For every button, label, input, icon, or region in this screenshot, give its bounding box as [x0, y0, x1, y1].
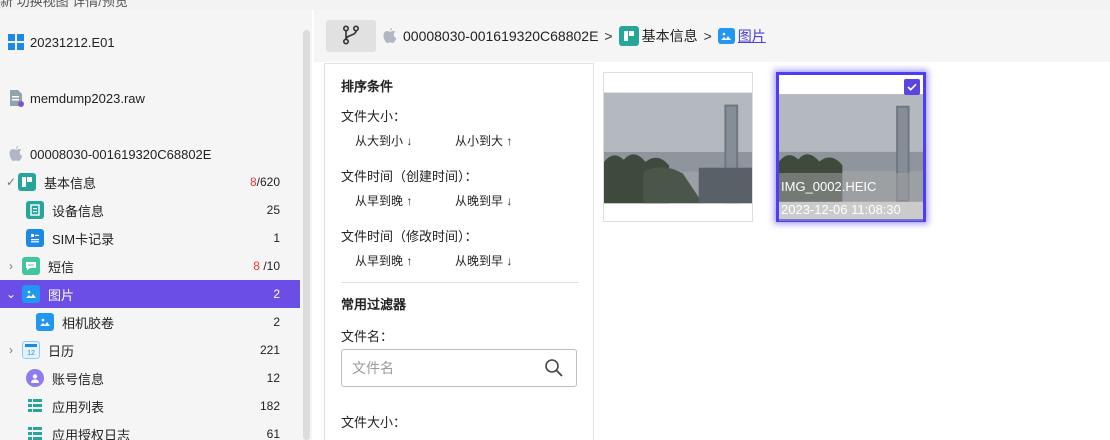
file-size-filter-label: 文件大小：	[341, 415, 407, 430]
arrow-down-icon: ↓	[506, 254, 513, 268]
tree-count: 221	[259, 343, 280, 357]
device-info-icon	[26, 201, 44, 219]
sort-size-asc-button[interactable]: 从小到大 ↑	[455, 132, 512, 149]
arrow-up-icon: ↑	[506, 134, 513, 148]
arrow-down-icon: ↓	[406, 134, 413, 148]
chevron-down-icon[interactable]: ⌄	[4, 287, 18, 301]
tree-item-sms[interactable]: › 短信 8 /10	[0, 252, 300, 280]
divider	[341, 282, 579, 283]
file-name-input[interactable]	[352, 360, 542, 376]
apple-icon	[380, 26, 400, 46]
filter-section-title: 常用过滤器	[341, 297, 407, 312]
file-date: 2023-12-06 11:08:30	[781, 202, 901, 217]
sort-size-desc-button[interactable]: 从大到小 ↓	[355, 132, 412, 149]
apple-icon	[6, 144, 26, 164]
thumbnail-item-selected[interactable]: IMG_0002.HEIC 2023-12-06 11:08:30	[776, 72, 926, 222]
tree-count: 8 /10	[253, 259, 280, 273]
tree-count: 61	[266, 427, 280, 440]
case-name: 20231212.E01	[30, 34, 115, 50]
sort-mtime-asc-button[interactable]: 从早到晚 ↑	[355, 252, 412, 269]
tree-item-calendar[interactable]: › 12 日历 221	[0, 336, 300, 364]
account-icon	[26, 369, 44, 387]
window-title-bar: 新 功换视图 详情/预览	[0, 0, 1110, 10]
thumbnail-caption: IMG_0002.HEIC 2023-12-06 11:08:30	[779, 173, 923, 221]
tree-count: 2	[273, 315, 280, 329]
sms-icon	[22, 257, 40, 275]
tree-count: 1	[273, 231, 280, 245]
breadcrumb-item-basic-info[interactable]: 基本信息	[642, 26, 698, 46]
file-name: IMG_0002.HEIC	[781, 179, 877, 194]
breadcrumb-separator: >	[604, 28, 613, 44]
filter-panel: 排序条件 文件大小： 从大到小 ↓ 从小到大 ↑ 文件时间（创建时间）： 从早到…	[324, 63, 594, 440]
chevron-right-icon[interactable]: ›	[4, 259, 18, 273]
mtime-sort-label: 文件时间（修改时间）：	[341, 229, 478, 244]
sidebar: 20231212.E01 memdump2023.raw 00008030-00…	[0, 10, 312, 440]
tree-label: 账号信息	[52, 371, 105, 387]
check-icon: ✓	[5, 175, 17, 189]
breadcrumb: 00008030-001619320C68802E > 基本信息 > 图片	[380, 26, 766, 46]
tree-item-camera-roll[interactable]: 相机胶卷 2	[0, 308, 300, 336]
arrow-up-icon: ↑	[406, 254, 413, 268]
case-item-e01[interactable]: 20231212.E01	[0, 27, 115, 57]
ctime-sort-label: 文件时间（创建时间）：	[341, 169, 478, 184]
branch-icon	[342, 24, 360, 48]
breadcrumb-bar: 00008030-001619320C68802E > 基本信息 > 图片	[314, 10, 1110, 62]
thumbnail-item[interactable]	[603, 72, 753, 222]
arrow-down-icon: ↓	[506, 194, 513, 208]
basic-info-icon	[18, 173, 36, 191]
window-title: 新 功换视图 详情/预览	[0, 0, 128, 9]
sim-icon	[26, 229, 44, 247]
size-sort-label: 文件大小：	[341, 109, 407, 124]
sort-ctime-desc-button[interactable]: 从晚到早 ↓	[455, 192, 512, 209]
sort-section-title: 排序条件	[341, 79, 394, 94]
tree-item-device-info[interactable]: 设备信息 25	[0, 196, 300, 224]
tree-item-app-list[interactable]: 应用列表 182	[0, 392, 300, 420]
tree-count: 2	[273, 287, 280, 301]
selected-checkbox[interactable]	[904, 79, 920, 95]
case-name: 00008030-001619320C68802E	[30, 146, 212, 162]
tree-item-basic-info[interactable]: ✓ 基本信息 8/620	[0, 168, 300, 196]
thumbnail-grid: IMG_0002.HEIC 2023-12-06 11:08:30	[594, 63, 1110, 440]
tree-item-account[interactable]: 账号信息 12	[0, 364, 300, 392]
app-list-icon	[26, 397, 44, 415]
svg-text:12: 12	[27, 350, 35, 356]
search-icon[interactable]	[544, 358, 564, 381]
breadcrumb-item-device[interactable]: 00008030-001619320C68802E	[403, 28, 598, 44]
tree-label: SIM卡记录	[52, 231, 115, 247]
tree-label: 相机胶卷	[62, 315, 115, 331]
camera-roll-icon	[36, 313, 54, 331]
case-item-memdump[interactable]: memdump2023.raw	[0, 83, 145, 113]
basic-info-icon	[618, 26, 639, 46]
calendar-icon: 12	[22, 341, 40, 359]
picture-icon	[22, 285, 40, 303]
sort-ctime-asc-button[interactable]: 从早到晚 ↑	[355, 192, 412, 209]
tree-count: 182	[259, 399, 280, 413]
chevron-right-icon[interactable]: ›	[4, 343, 18, 357]
sort-mtime-desc-button[interactable]: 从晚到早 ↓	[455, 252, 512, 269]
tree-count: 8/620	[249, 175, 280, 189]
tree-label: 设备信息	[52, 203, 105, 219]
case-name: memdump2023.raw	[30, 90, 145, 106]
picture-icon	[717, 28, 735, 44]
file-name-search-box[interactable]	[341, 349, 577, 387]
breadcrumb-separator: >	[703, 28, 712, 44]
file-name-label: 文件名：	[341, 329, 394, 344]
sidebar-scrollbar[interactable]	[303, 30, 310, 440]
tree-item-app-auth-log[interactable]: 应用授权日志 61	[0, 420, 300, 440]
tree-item-pictures[interactable]: ⌄ 图片 2	[0, 280, 300, 308]
photo-thumbnail	[604, 92, 752, 204]
windows-icon	[6, 32, 26, 52]
tree-label: 图片	[48, 287, 75, 303]
tree-count: 12	[266, 371, 280, 385]
breadcrumb-item-pictures[interactable]: 图片	[738, 26, 766, 46]
tree-count: 25	[266, 203, 280, 217]
file-icon	[6, 88, 26, 108]
app-auth-log-icon	[26, 425, 44, 440]
arrow-up-icon: ↑	[406, 194, 413, 208]
case-item-iphone[interactable]: 00008030-001619320C68802E	[0, 139, 211, 169]
tree-item-sim[interactable]: SIM卡记录 1	[0, 224, 300, 252]
branch-toggle-button[interactable]	[326, 20, 376, 52]
tree-label: 应用授权日志	[52, 427, 131, 440]
